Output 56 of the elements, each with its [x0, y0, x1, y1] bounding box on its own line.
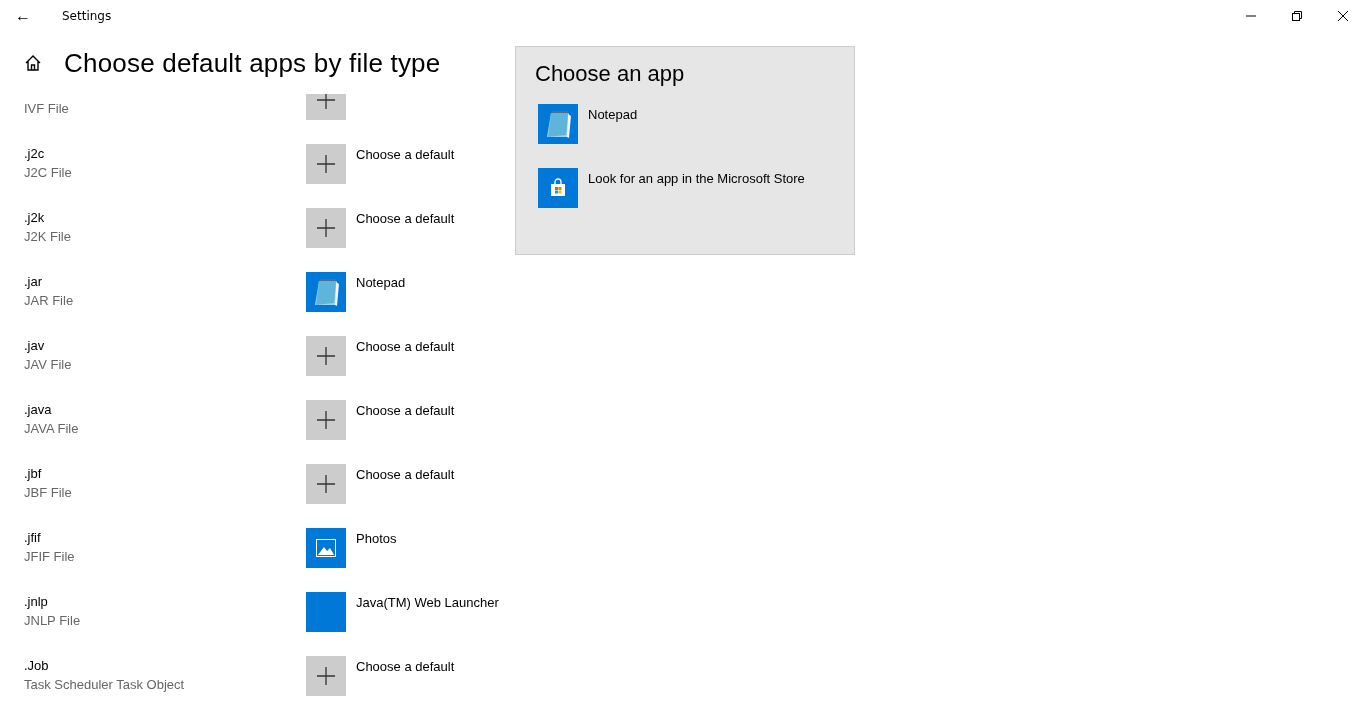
file-extension: .jar	[24, 273, 44, 291]
file-type-description: J2K File	[24, 228, 72, 246]
file-type-description: IVF File	[24, 100, 70, 118]
file-type-description: JFIF File	[24, 548, 76, 566]
close-icon	[1338, 11, 1348, 21]
file-extension: .jnlp	[24, 593, 49, 611]
home-icon[interactable]	[24, 54, 42, 72]
file-type-description: JBF File	[24, 484, 73, 502]
file-extension: .j2c	[24, 145, 46, 163]
plus-icon	[317, 155, 335, 173]
plus-icon	[317, 411, 335, 429]
add-app-button[interactable]	[306, 400, 346, 440]
notepad-icon[interactable]	[538, 104, 578, 144]
image-icon	[316, 539, 336, 557]
restore-icon	[1292, 11, 1302, 21]
page-title: Choose default apps by file type	[64, 47, 441, 79]
plus-icon	[317, 347, 335, 365]
file-type-description: Task Scheduler Task Object	[24, 676, 186, 694]
add-app-button[interactable]	[306, 656, 346, 696]
add-app-button[interactable]	[306, 464, 346, 504]
app-name[interactable]: Choose a default	[356, 659, 455, 675]
flyout-title: Choose an app	[535, 61, 686, 87]
app-name[interactable]: Photos	[356, 531, 397, 547]
app-icon-button[interactable]	[306, 272, 346, 312]
add-app-button[interactable]	[306, 208, 346, 248]
window-title: Settings	[62, 9, 112, 23]
app-name[interactable]: Notepad	[356, 275, 406, 291]
plus-icon	[317, 94, 335, 109]
plus-icon	[317, 475, 335, 493]
app-tile[interactable]	[306, 592, 346, 632]
plus-icon	[317, 667, 335, 685]
file-extension: .jbf	[24, 465, 43, 483]
file-type-description: J2C File	[24, 164, 73, 182]
back-button[interactable]: ←	[0, 0, 46, 32]
add-app-button[interactable]	[306, 336, 346, 376]
file-type-description: JNLP File	[24, 612, 82, 630]
app-name[interactable]: Choose a default	[356, 339, 455, 355]
file-extension: .jav	[24, 337, 46, 355]
file-extension: .jfif	[24, 529, 42, 547]
add-app-button[interactable]	[306, 144, 346, 184]
app-name[interactable]: Choose a default	[356, 147, 455, 163]
store-bag-icon[interactable]	[538, 168, 578, 208]
app-icon-button[interactable]	[306, 528, 346, 568]
file-extension: .Job	[24, 657, 50, 675]
app-name[interactable]: Java(TM) Web Launcher	[356, 595, 499, 611]
file-type-description: JAR File	[24, 292, 75, 310]
app-name[interactable]: Choose a default	[356, 211, 455, 227]
app-option[interactable]: Notepad	[588, 107, 638, 123]
app-name[interactable]: Choose a default	[356, 403, 455, 419]
file-extension: .j2k	[24, 209, 46, 227]
file-type-description: JAV File	[24, 356, 73, 374]
app-option[interactable]: Look for an app in the Microsoft Store	[588, 171, 805, 187]
file-extension: .java	[24, 401, 53, 419]
plus-icon	[317, 219, 335, 237]
app-name[interactable]: Choose a default	[356, 467, 455, 483]
file-type-description: JAVA File	[24, 420, 80, 438]
